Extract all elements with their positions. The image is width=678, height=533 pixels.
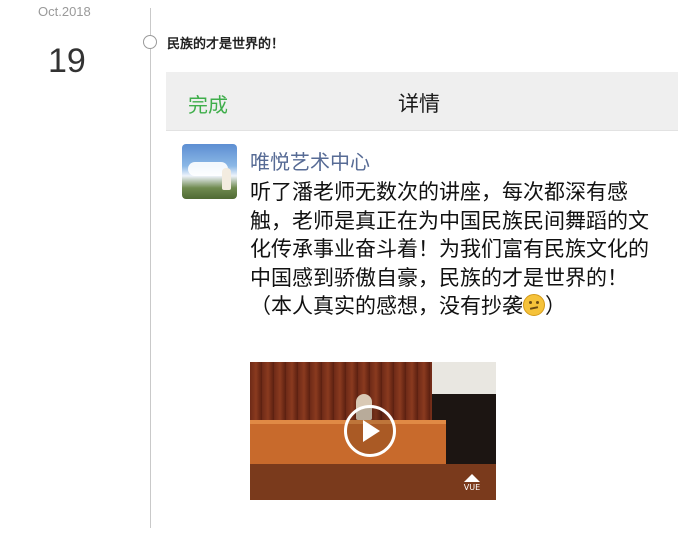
message-body: 听了潘老师无数次的讲座，每次都深有感触，老师是真正在为中国民族民间舞蹈的文化传承… — [250, 180, 649, 318]
play-triangle-icon — [363, 420, 380, 442]
message-text: 听了潘老师无数次的讲座，每次都深有感触，老师是真正在为中国民族民间舞蹈的文化传承… — [250, 178, 662, 321]
video-projection-screen — [432, 362, 496, 394]
embedded-chat-screenshot: 完成 详情 唯悦艺术中心 听了潘老师无数次的讲座，每次都深有感触，老师是真正在为… — [166, 72, 678, 508]
mountain-logo-icon — [464, 474, 480, 482]
message-tail: ） — [545, 294, 566, 318]
timeline-line — [150, 8, 151, 528]
post-title[interactable]: 民族的才是世界的！ — [167, 33, 284, 52]
avatar[interactable] — [182, 144, 237, 199]
watermark-text: VUE — [463, 483, 481, 492]
timeline-node-icon — [143, 35, 157, 49]
nav-title: 详情 — [398, 92, 440, 116]
avatar-figure — [222, 168, 231, 190]
video-watermark: VUE — [454, 474, 490, 496]
sender-name[interactable]: 唯悦艺术中心 — [250, 146, 370, 175]
thinking-emoji-icon — [523, 294, 545, 316]
date-month: Oct.2018 — [38, 4, 91, 19]
done-button[interactable]: 完成 — [188, 89, 228, 118]
date-day: 19 — [48, 42, 86, 80]
video-thumbnail[interactable]: VUE — [250, 362, 496, 500]
nav-bar: 完成 详情 — [166, 72, 678, 131]
